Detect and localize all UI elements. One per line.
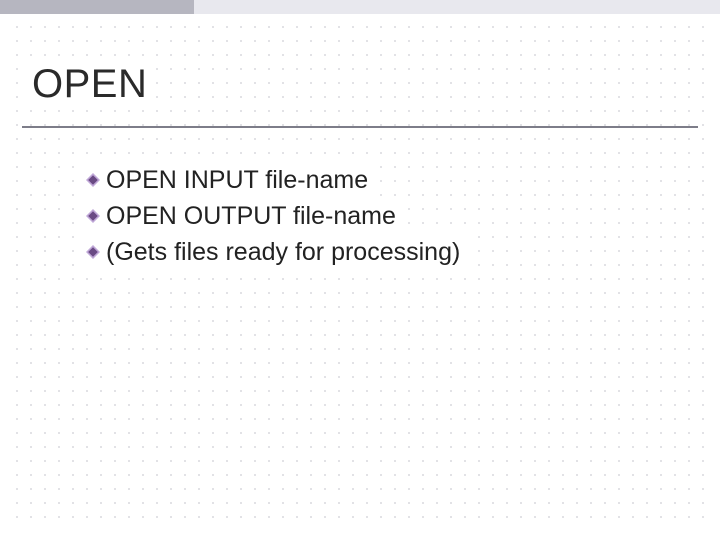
list-item-text: (Gets files ready for processing) <box>106 234 460 270</box>
slide: OPEN OPEN INPUT file-name OPEN OUTPUT fi… <box>0 0 720 540</box>
top-bar-right <box>194 0 720 14</box>
list-item-text: OPEN INPUT file-name <box>106 162 368 198</box>
list-item-text: OPEN OUTPUT file-name <box>106 198 396 234</box>
diamond-bullet-icon <box>86 209 100 223</box>
diamond-bullet-icon <box>86 173 100 187</box>
list-item: (Gets files ready for processing) <box>86 234 466 270</box>
top-bar-left <box>0 0 194 14</box>
body-content: OPEN INPUT file-name OPEN OUTPUT file-na… <box>86 162 646 270</box>
slide-title: OPEN <box>30 62 149 107</box>
list-item: OPEN OUTPUT file-name <box>86 198 402 234</box>
top-bar <box>0 0 720 14</box>
diamond-bullet-icon <box>86 245 100 259</box>
list-item: OPEN INPUT file-name <box>86 162 374 198</box>
title-underline <box>22 126 698 128</box>
